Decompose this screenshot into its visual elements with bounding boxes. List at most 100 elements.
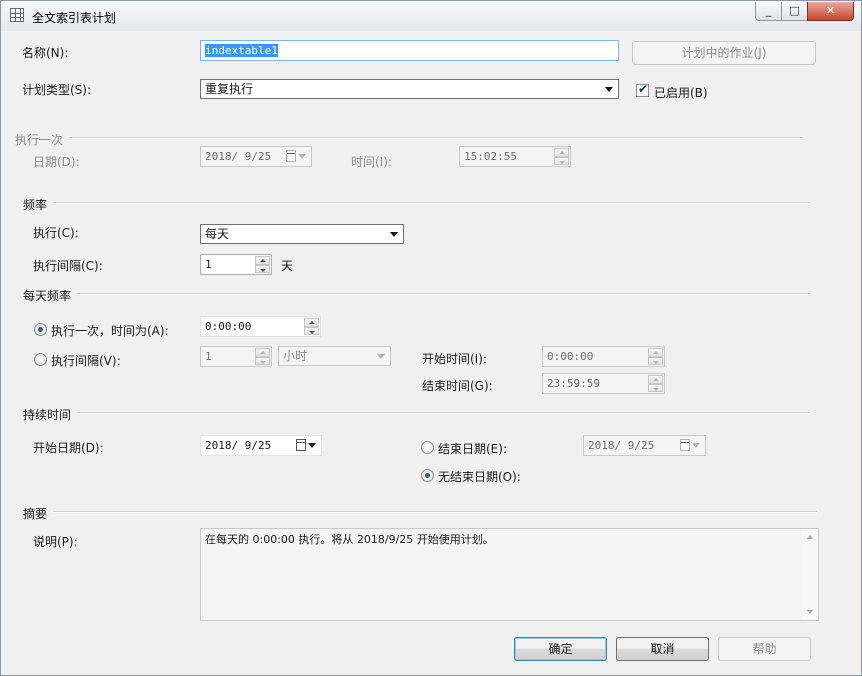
chevron-down-icon bbox=[377, 354, 385, 359]
recur-interval-input[interactable]: 1 bbox=[200, 254, 272, 275]
frequency-section-title: 频率 bbox=[23, 198, 48, 212]
enabled-label: 已启用(B) bbox=[654, 86, 708, 100]
occurs-every-radio[interactable] bbox=[34, 353, 47, 366]
end-date-picker[interactable]: 2018/ 9/25 bbox=[583, 435, 706, 456]
occurs-select[interactable]: 每天 bbox=[200, 224, 404, 244]
spin-down-icon bbox=[255, 356, 270, 365]
frequency-divider bbox=[53, 202, 810, 204]
daily-frequency-divider bbox=[77, 293, 810, 295]
spin-up-icon bbox=[255, 256, 270, 265]
spin-down-icon bbox=[304, 326, 319, 335]
description-textarea[interactable]: 在每天的 0:00:00 执行。将从 2018/9/25 开始使用计划。 bbox=[200, 528, 819, 621]
scroll-up-icon bbox=[807, 535, 813, 539]
help-button[interactable]: 帮助 bbox=[718, 637, 811, 661]
occurs-every-value: 1 bbox=[205, 350, 212, 363]
time-spinner[interactable] bbox=[304, 318, 319, 335]
minimize-button[interactable]: _ bbox=[755, 2, 782, 21]
end-date-radio[interactable] bbox=[421, 441, 434, 454]
interval-spinner[interactable] bbox=[255, 348, 270, 365]
close-button[interactable]: ✕ bbox=[807, 2, 854, 21]
occurs-every-unit-value: 小时 bbox=[283, 349, 308, 363]
cancel-button[interactable]: 取消 bbox=[616, 637, 709, 661]
time-spinner[interactable] bbox=[554, 148, 569, 165]
name-input[interactable]: indextable1 bbox=[200, 40, 619, 61]
window-title: 全文索引表计划 bbox=[32, 11, 117, 25]
start-time-value: 0:00:00 bbox=[547, 350, 594, 363]
occurs-label: 执行(C): bbox=[33, 226, 79, 240]
chevron-down-icon bbox=[605, 87, 613, 92]
summary-section-title: 摘要 bbox=[23, 507, 48, 521]
recur-interval-value: 1 bbox=[205, 258, 212, 271]
time-spinner[interactable] bbox=[648, 375, 663, 392]
start-time-label: 开始时间(I): bbox=[422, 352, 487, 366]
no-end-date-label: 无结束日期(O): bbox=[438, 470, 521, 484]
end-time-label: 结束时间(G): bbox=[422, 379, 493, 393]
spin-up-icon bbox=[255, 348, 270, 357]
enabled-checkbox[interactable]: ✔ bbox=[636, 82, 649, 97]
one-time-time-input[interactable]: 15:02:55 bbox=[459, 146, 571, 167]
calendar-icon bbox=[286, 150, 296, 162]
recur-interval-unit: 天 bbox=[281, 259, 294, 273]
time-spinner[interactable] bbox=[648, 348, 663, 365]
duration-divider bbox=[77, 412, 810, 414]
occurs-once-label: 执行一次，时间为(A): bbox=[51, 324, 169, 338]
occurs-once-time-input[interactable]: 0:00:00 bbox=[200, 316, 321, 337]
name-label: 名称(N): bbox=[22, 46, 69, 60]
spin-up-icon bbox=[648, 348, 663, 357]
checkmark-icon: ✔ bbox=[638, 82, 649, 96]
one-time-date-picker[interactable]: 2018/ 9/25 bbox=[200, 146, 312, 167]
spin-down-icon bbox=[648, 383, 663, 392]
ok-button[interactable]: 确定 bbox=[514, 637, 607, 661]
end-time-input[interactable]: 23:59:59 bbox=[542, 373, 665, 394]
name-value: indextable1 bbox=[205, 44, 278, 57]
calendar-icon bbox=[296, 439, 306, 451]
spin-up-icon bbox=[554, 148, 569, 157]
no-end-date-radio[interactable] bbox=[421, 469, 434, 482]
one-time-time-value: 15:02:55 bbox=[464, 150, 517, 163]
occurs-every-input[interactable]: 1 bbox=[200, 346, 272, 367]
calendar-dropdown bbox=[286, 150, 308, 164]
start-date-label: 开始日期(D): bbox=[33, 441, 104, 455]
title-bar: 全文索引表计划 _ □ ✕ bbox=[1, 1, 861, 31]
start-date-picker[interactable]: 2018/ 9/25 bbox=[200, 435, 322, 456]
start-time-input[interactable]: 0:00:00 bbox=[542, 346, 665, 367]
occurs-every-label: 执行间隔(V): bbox=[51, 354, 121, 368]
occurs-once-time-value: 0:00:00 bbox=[205, 320, 252, 333]
description-scrollbar[interactable] bbox=[802, 529, 818, 620]
daily-frequency-section-title: 每天频率 bbox=[23, 289, 72, 303]
scroll-down-icon bbox=[807, 610, 813, 614]
occurs-once-radio[interactable] bbox=[34, 323, 47, 336]
spin-up-icon bbox=[648, 375, 663, 384]
chevron-down-icon bbox=[390, 232, 398, 237]
occurs-value: 每天 bbox=[205, 227, 230, 241]
recur-interval-label: 执行间隔(C): bbox=[33, 259, 103, 273]
chevron-down-icon bbox=[308, 443, 316, 448]
calendar-dropdown bbox=[296, 439, 318, 453]
chevron-down-icon bbox=[298, 154, 306, 159]
end-date-value: 2018/ 9/25 bbox=[588, 439, 655, 452]
summary-divider bbox=[53, 511, 817, 513]
interval-spinner[interactable] bbox=[255, 256, 270, 273]
calendar-dropdown bbox=[680, 439, 702, 453]
spin-down-icon bbox=[554, 156, 569, 165]
spin-down-icon bbox=[255, 264, 270, 273]
calendar-icon bbox=[680, 439, 690, 451]
schedule-type-value: 重复执行 bbox=[205, 82, 254, 96]
description-label: 说明(P): bbox=[33, 535, 78, 549]
spin-down-icon bbox=[648, 356, 663, 365]
schedule-dialog: 全文索引表计划 _ □ ✕ 名称(N): indextable1 计划中的作业(… bbox=[0, 0, 862, 676]
one-time-section-title: 执行一次 bbox=[15, 133, 64, 147]
schedule-type-label: 计划类型(S): bbox=[22, 83, 92, 97]
table-icon bbox=[10, 8, 24, 22]
occurs-every-unit-select[interactable]: 小时 bbox=[278, 346, 391, 366]
one-time-divider bbox=[69, 137, 803, 139]
one-time-date-label: 日期(D): bbox=[33, 155, 80, 169]
chevron-down-icon bbox=[692, 443, 700, 448]
end-time-value: 23:59:59 bbox=[547, 377, 600, 390]
schedule-type-select[interactable]: 重复执行 bbox=[200, 79, 619, 99]
maximize-button[interactable]: □ bbox=[781, 2, 808, 21]
end-date-label: 结束日期(E): bbox=[438, 442, 507, 456]
jobs-in-schedule-button[interactable]: 计划中的作业(J) bbox=[632, 41, 816, 65]
description-value: 在每天的 0:00:00 执行。将从 2018/9/25 开始使用计划。 bbox=[205, 533, 494, 546]
spin-up-icon bbox=[304, 318, 319, 327]
